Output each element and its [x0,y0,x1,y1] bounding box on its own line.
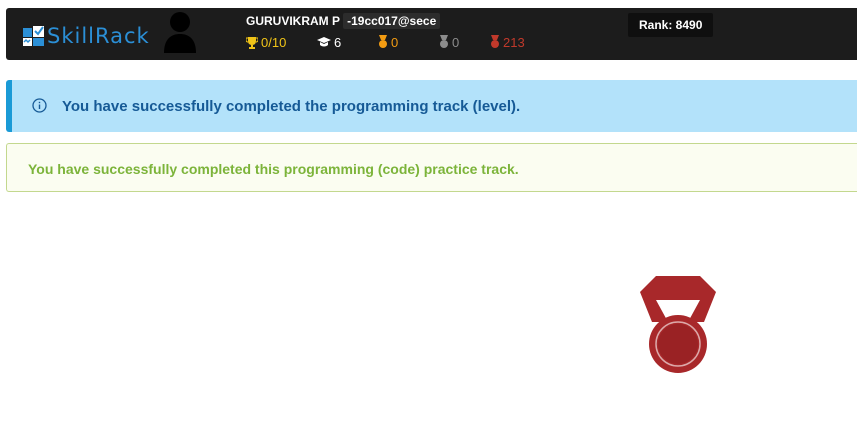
bronze-medal-icon [491,35,499,48]
user-name: GURUVIKRAM P [246,14,340,28]
logo-icon [23,26,44,46]
user-name-label: GURUVIKRAM P -19cc017@sece [246,13,441,29]
gold-medal-value: 0 [391,34,399,50]
gold-medal-icon [379,35,387,48]
graduation-value: 6 [334,34,342,50]
gold-medal-stat: 0 [378,34,398,50]
trophy-icon [246,36,258,49]
info-alert: You have successfully completed the prog… [6,80,857,132]
silver-medal-stat: 0 [439,34,459,50]
success-alert-text: You have successfully completed this pro… [28,161,519,177]
user-id: -19cc017@sece [343,13,441,29]
top-strip [6,0,857,3]
info-alert-text: You have successfully completed the prog… [62,98,521,115]
rank-badge: Rank: 8490 [628,13,714,37]
silver-medal-value: 0 [452,34,460,50]
bronze-medal-value: 213 [503,34,525,50]
bronze-medal-icon [640,276,716,373]
header-bar: SkillRack GURUVIKRAM P -19cc017@sece 0/1… [6,8,857,60]
bronze-medal-stat: 213 [490,34,525,50]
graduation-stat: 6 [317,34,341,50]
success-alert: You have successfully completed this pro… [6,143,857,192]
silver-medal-icon [440,35,448,48]
logo-text: SkillRack [47,24,150,48]
trophy-stat: 0/10 [246,34,286,50]
graduation-cap-icon [317,37,331,47]
info-circle-icon [32,98,47,113]
avatar-icon[interactable] [162,9,198,53]
trophy-value: 0/10 [261,34,287,50]
